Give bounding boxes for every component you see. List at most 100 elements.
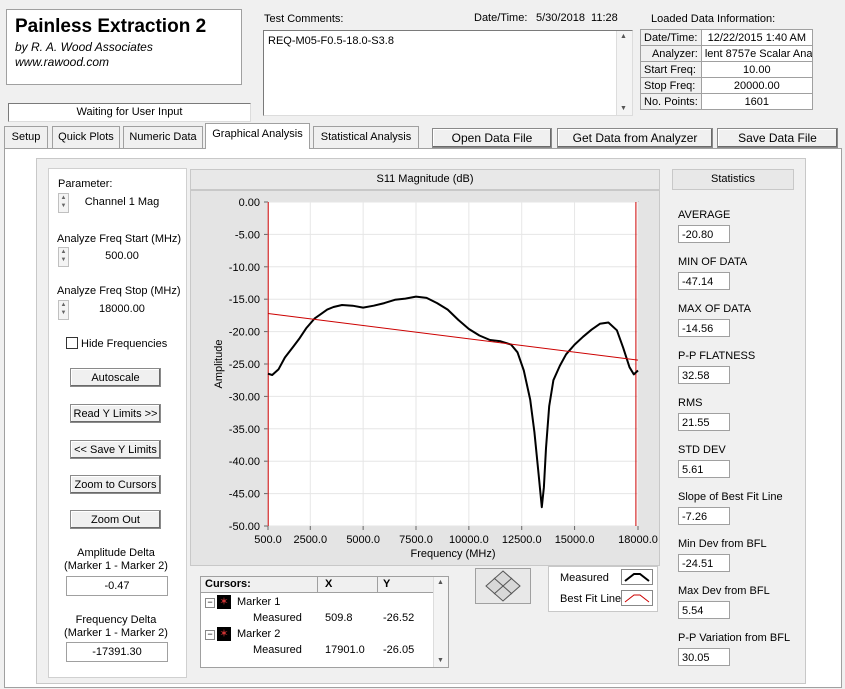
stop-freq-field[interactable]: 18000.00 (69, 300, 175, 318)
loaded-info-title: Loaded Data Information: (651, 13, 776, 25)
stat-label: P-P Variation from BFL (678, 632, 791, 644)
start-freq-field[interactable]: 500.00 (69, 247, 175, 265)
get-data-from-analyzer-button[interactable]: Get Data from Analyzer (557, 128, 713, 148)
stat-value: 5.54 (678, 601, 730, 619)
x-tick-label: 15000.0 (555, 534, 595, 546)
hide-frequencies-checkbox[interactable] (66, 337, 78, 349)
stat-label: Slope of Best Fit Line (678, 491, 783, 503)
start-freq-spinner[interactable]: ▲ ▼ (58, 247, 69, 267)
statistics-title: Statistics (710, 173, 755, 185)
cursor-scrollbar[interactable]: ▲ ▼ (433, 577, 448, 667)
marker-2-measured-row[interactable]: Measured 17901.0 -26.05 (203, 643, 433, 658)
tab-setup[interactable]: Setup (4, 126, 48, 148)
save-data-file-button[interactable]: Save Data File (717, 128, 838, 148)
cursor-col-x: X (325, 578, 333, 590)
cursor-move-pad[interactable] (475, 568, 531, 604)
comments-textarea[interactable]: REQ-M05-F0.5-18.0-S3.8 ▲ ▼ (263, 30, 633, 116)
marker-1-x: 509.8 (325, 612, 353, 624)
y-tick-label: -35.00 (229, 424, 260, 436)
y-tick-label: -5.00 (235, 229, 260, 241)
comments-text: REQ-M05-F0.5-18.0-S3.8 (268, 35, 394, 47)
marker-2-y: -26.05 (383, 644, 415, 656)
comments-label: Test Comments: (264, 13, 344, 25)
tab-graphical-analysis[interactable]: Graphical Analysis (205, 123, 310, 149)
stat-label: Min Dev from BFL (678, 538, 767, 550)
stop-freq-label: Analyze Freq Stop (MHz) (57, 285, 181, 297)
chart-title: S11 Magnitude (dB) (376, 173, 474, 185)
x-axis-label: Frequency (MHz) (411, 548, 496, 560)
cursor-move-diamond-icon[interactable] (476, 569, 530, 603)
collapse-icon[interactable]: − (205, 630, 215, 640)
stat-label: AVERAGE (678, 209, 731, 221)
scroll-down-icon[interactable]: ▼ (620, 105, 627, 112)
y-tick-label: -45.00 (229, 489, 260, 501)
save-y-limits-button[interactable]: << Save Y Limits (70, 440, 161, 459)
tab-quick-plots[interactable]: Quick Plots (52, 126, 120, 148)
datetime-value: 5/30/2018 11:28 (536, 12, 618, 24)
stat-value: 32.58 (678, 366, 730, 384)
legend-bfl-label: Best Fit Line (560, 593, 622, 605)
app-title: Painless Extraction 2 (15, 16, 207, 37)
zoom-out-button[interactable]: Zoom Out (70, 510, 161, 529)
cursor-panel: Cursors: X Y ▲ ▼ − ✶ Marker 1 Measured 5… (200, 576, 449, 668)
stop-freq-spinner[interactable]: ▲ ▼ (58, 300, 69, 320)
stat-label: P-P FLATNESS (678, 350, 756, 362)
zoom-to-cursors-button[interactable]: Zoom to Cursors (70, 475, 161, 494)
app-company: by R. A. Wood Associates (15, 40, 153, 54)
tab-numeric-data[interactable]: Numeric Data (123, 126, 203, 148)
marker-1-y: -26.52 (383, 612, 415, 624)
stat-label: Max Dev from BFL (678, 585, 770, 597)
freq-delta-label-1: Frequency Delta (75, 614, 157, 626)
y-tick-label: -15.00 (229, 294, 260, 306)
tab-statistical-analysis[interactable]: Statistical Analysis (313, 126, 419, 148)
scroll-up-icon[interactable]: ▲ (620, 33, 627, 40)
y-tick-label: -25.00 (229, 359, 260, 371)
start-freq-label: Analyze Freq Start (MHz) (57, 233, 182, 245)
parameter-spinner[interactable]: ▲ ▼ (58, 193, 69, 213)
stat-value: -14.56 (678, 319, 730, 337)
marker-2-row[interactable]: − ✶ Marker 2 (203, 627, 433, 642)
info-value: 1601 (700, 93, 813, 110)
stat-value: 21.55 (678, 413, 730, 431)
marker-1-measured-row[interactable]: Measured 509.8 -26.52 (203, 611, 433, 626)
comments-scrollbar[interactable]: ▲ ▼ (616, 31, 632, 115)
marker-1-row[interactable]: − ✶ Marker 1 (203, 595, 433, 610)
stat-value: -47.14 (678, 272, 730, 290)
scroll-up-icon[interactable]: ▲ (437, 579, 444, 586)
read-y-limits-button[interactable]: Read Y Limits >> (70, 404, 161, 423)
plot-legend: Measured Best Fit Line (548, 566, 658, 612)
marker-2-icon: ✶ (217, 627, 231, 641)
marker-2-label: Marker 2 (237, 628, 281, 640)
open-data-file-button[interactable]: Open Data File (432, 128, 552, 148)
scroll-down-icon[interactable]: ▼ (437, 657, 444, 664)
amp-delta-label: Amplitude Delta (Marker 1 - Marker 2) (52, 547, 180, 573)
y-tick-label: -30.00 (229, 391, 260, 403)
x-tick-label: 7500.0 (399, 534, 433, 546)
collapse-icon[interactable]: − (205, 598, 215, 608)
info-label: Analyzer: (640, 45, 702, 62)
s11-magnitude-chart[interactable]: 0.00 -5.00 -10.00 -15.00 -20.00 -25.00 -30.00 -… (190, 190, 660, 566)
stat-value: 5.61 (678, 460, 730, 478)
info-value: 20000.00 (700, 77, 813, 94)
freq-delta-label: Frequency Delta (Marker 1 - Marker 2) (52, 614, 180, 640)
app-website: www.rawood.com (15, 55, 110, 69)
legend-bfl-swatch (621, 590, 653, 606)
stat-value: 30.05 (678, 648, 730, 666)
info-label: No. Points: (640, 93, 702, 110)
stat-label: MAX OF DATA (678, 303, 751, 315)
marker-1-icon: ✶ (217, 595, 231, 609)
cursor-header-row: Cursors: X Y (201, 577, 433, 593)
cursor-header: Cursors: (205, 578, 251, 590)
autoscale-button[interactable]: Autoscale (70, 368, 161, 387)
x-tick-label: 18000.0 (618, 534, 658, 546)
x-tick-label: 5000.0 (346, 534, 380, 546)
marker-1-measured-label: Measured (253, 612, 302, 624)
marker-2-measured-label: Measured (253, 644, 302, 656)
info-value: 12/22/2015 1:40 AM (700, 29, 813, 46)
y-axis-label: Amplitude (213, 340, 225, 389)
stat-value: -7.26 (678, 507, 730, 525)
stat-label: RMS (678, 397, 703, 409)
loaded-info-table: Date/Time: 12/22/2015 1:40 AM Analyzer: le… (640, 29, 813, 110)
freq-delta-value: -17391.30 (66, 642, 168, 662)
parameter-field[interactable]: Channel 1 Mag (69, 193, 175, 211)
